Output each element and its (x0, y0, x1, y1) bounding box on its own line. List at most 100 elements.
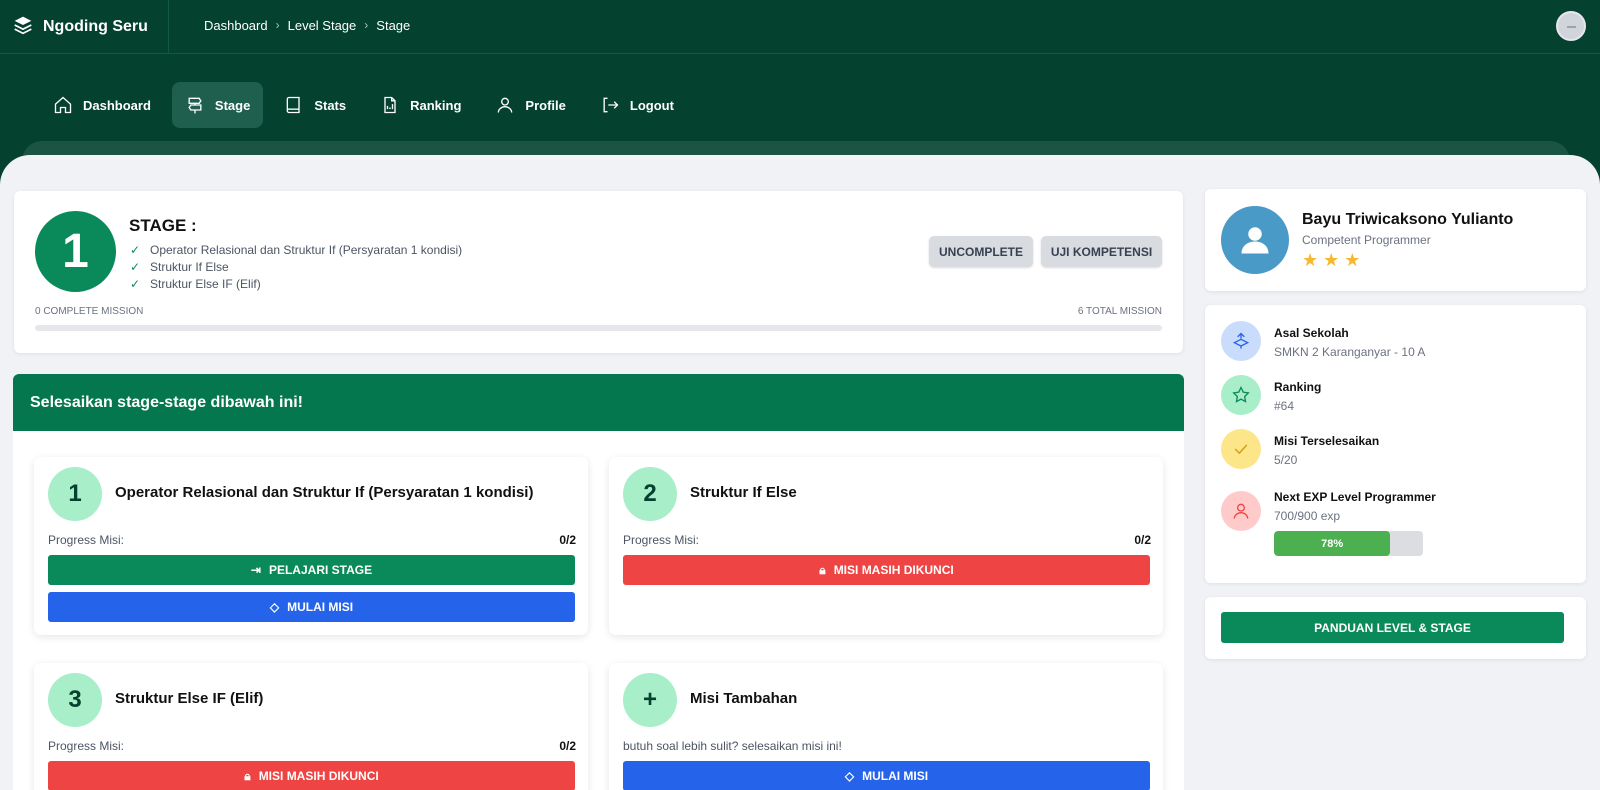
mission-title: Struktur Else IF (Elif) (115, 690, 264, 707)
list-item: ✓ Struktur Else IF (Elif) (130, 275, 462, 292)
plus-icon: + (623, 673, 677, 727)
star-rating: ★★★ (1302, 250, 1366, 270)
stage-title: STAGE : (129, 216, 197, 235)
chevron-right-icon: › (275, 18, 280, 32)
mission-title: Operator Relasional dan Struktur If (Per… (115, 484, 534, 501)
info-label: Asal Sekolah (1274, 326, 1349, 340)
logout-icon (603, 97, 619, 113)
check-icon: ✓ (130, 242, 141, 257)
info-value: 700/900 exp (1274, 509, 1341, 523)
info-missions: Misi Terselesaikan 5/20 (1221, 429, 1379, 469)
progress-label: Progress Misi: (48, 533, 125, 547)
pelajari-stage-button[interactable]: ⇥ PELAJARI STAGE (48, 555, 575, 585)
main-nav: Dashboard Stage Stats Ranking Profile Lo… (40, 82, 687, 128)
mission-number: 2 (623, 467, 677, 521)
nav-dashboard[interactable]: Dashboard (40, 82, 164, 128)
uji-kompetensi-button[interactable]: UJI KOMPETENSI (1041, 236, 1162, 267)
nav-logout[interactable]: Logout (587, 82, 687, 128)
missions-panel: Selesaikan stage-stage dibawah ini! 1 Op… (13, 374, 1184, 790)
signpost-icon (188, 97, 202, 114)
home-icon (54, 96, 72, 114)
top-bar: Ngoding Seru Dashboard › Level Stage › S… (0, 0, 1600, 54)
topic-label: Struktur If Else (150, 259, 229, 274)
mulai-misi-tambahan-button[interactable]: ◇ MULAI MISI (623, 761, 1150, 790)
nav-label: Stats (314, 97, 347, 113)
mission-number: 1 (48, 467, 102, 521)
stage-number: 1 (35, 211, 116, 292)
check-icon: ✓ (130, 259, 141, 274)
nav-label: Profile (525, 97, 566, 113)
progress-label: Progress Misi: (623, 533, 700, 547)
diamond-icon: ◇ (269, 600, 280, 614)
ranking-icon (384, 96, 396, 114)
total-mission-count: 6 TOTAL MISSION (1077, 306, 1162, 317)
exp-progress-bar: 78% (1274, 531, 1423, 556)
nav-stats[interactable]: Stats (271, 82, 359, 128)
lock-icon: 🔒︎ (244, 768, 251, 783)
book-icon (286, 96, 300, 114)
nav-label: Logout (629, 97, 674, 113)
nav-profile[interactable]: Profile (482, 82, 578, 128)
complete-mission-count: 0 COMPLETE MISSION (35, 306, 144, 317)
app-name: Ngoding Seru (43, 18, 148, 35)
avatar (1221, 206, 1289, 274)
topic-label: Operator Relasional dan Struktur If (Per… (150, 242, 463, 257)
info-exp: Next EXP Level Programmer 700/900 exp 78… (1221, 485, 1436, 556)
arrows-icon: ⇥ (250, 563, 261, 577)
mission-card-2: 2 Struktur If Else Progress Misi: 0/2 🔒︎… (609, 457, 1163, 635)
locked-mission-button[interactable]: 🔒︎ MISI MASIH DIKUNCI (48, 761, 575, 790)
nav-ranking[interactable]: Ranking (367, 82, 474, 128)
info-value: 5/20 (1274, 453, 1298, 467)
info-value: #64 (1274, 399, 1295, 413)
mission-title: Misi Tambahan (690, 690, 798, 707)
user-avatar-button[interactable] (1556, 11, 1586, 41)
uncomplete-button[interactable]: UNCOMPLETE (929, 236, 1033, 267)
mission-card-1: 1 Operator Relasional dan Struktur If (P… (34, 457, 588, 635)
info-school: Asal Sekolah SMKN 2 Karanganyar - 10 A (1221, 321, 1425, 361)
school-icon (1221, 321, 1261, 361)
button-label: MULAI MISI (862, 769, 929, 783)
panduan-button[interactable]: PANDUAN LEVEL & STAGE (1221, 612, 1564, 643)
profile-name: Bayu Triwicaksono Yulianto (1302, 211, 1514, 228)
profile-role: Competent Programmer (1302, 233, 1431, 247)
chevron-right-icon: › (364, 18, 369, 32)
user-icon (498, 97, 513, 113)
list-item: ✓ Struktur If Else (130, 258, 462, 275)
button-label: MISI MASIH DIKUNCI (258, 769, 379, 783)
breadcrumb-level-stage[interactable]: Level Stage (288, 18, 357, 33)
nav-label: Ranking (410, 97, 462, 113)
stage-summary-card: 1 STAGE : ✓ Operator Relasional dan Struk… (14, 191, 1183, 353)
star-icon (1221, 375, 1261, 415)
nav-label: Dashboard (83, 97, 151, 113)
nav-label: Stage (214, 97, 251, 113)
mission-progress-bar (35, 325, 1162, 331)
nav-stage[interactable]: Stage (171, 82, 264, 128)
button-label: PELAJARI STAGE (268, 563, 373, 577)
info-card: Asal Sekolah SMKN 2 Karanganyar - 10 A R… (1205, 305, 1586, 583)
guide-card: PANDUAN LEVEL & STAGE (1205, 597, 1586, 659)
button-label: MULAI MISI (287, 600, 354, 614)
user-silhouette-icon (1241, 227, 1269, 254)
mulai-misi-button[interactable]: ◇ MULAI MISI (48, 592, 575, 622)
mission-card-extra: + Misi Tambahan butuh soal lebih sulit? … (609, 663, 1163, 790)
progress-value: 0/2 (559, 739, 576, 753)
info-value: SMKN 2 Karanganyar - 10 A (1274, 345, 1426, 359)
mission-title: Struktur If Else (690, 484, 797, 501)
button-label: MISI MASIH DIKUNCI (833, 563, 954, 577)
lock-icon: 🔒︎ (819, 562, 826, 577)
mission-number: 3 (48, 673, 102, 727)
info-label: Next EXP Level Programmer (1274, 490, 1436, 504)
brand[interactable]: Ngoding Seru (0, 0, 169, 54)
progress-value: 0/2 (559, 533, 576, 547)
breadcrumb-dashboard[interactable]: Dashboard (204, 18, 268, 33)
profile-card: Bayu Triwicaksono Yulianto Competent Pro… (1205, 189, 1586, 291)
progress-value: 0/2 (1134, 533, 1151, 547)
stage-topic-list: ✓ Operator Relasional dan Struktur If (Pe… (130, 241, 462, 292)
mission-description: butuh soal lebih sulit? selesaikan misi … (623, 739, 842, 753)
check-icon: ✓ (130, 276, 141, 291)
locked-mission-button[interactable]: 🔒︎ MISI MASIH DIKUNCI (623, 555, 1150, 585)
mission-card-3: 3 Struktur Else IF (Elif) Progress Misi:… (34, 663, 588, 790)
user-icon (1221, 491, 1261, 531)
info-ranking: Ranking #64 (1221, 375, 1321, 415)
diamond-icon: ◇ (844, 769, 855, 783)
